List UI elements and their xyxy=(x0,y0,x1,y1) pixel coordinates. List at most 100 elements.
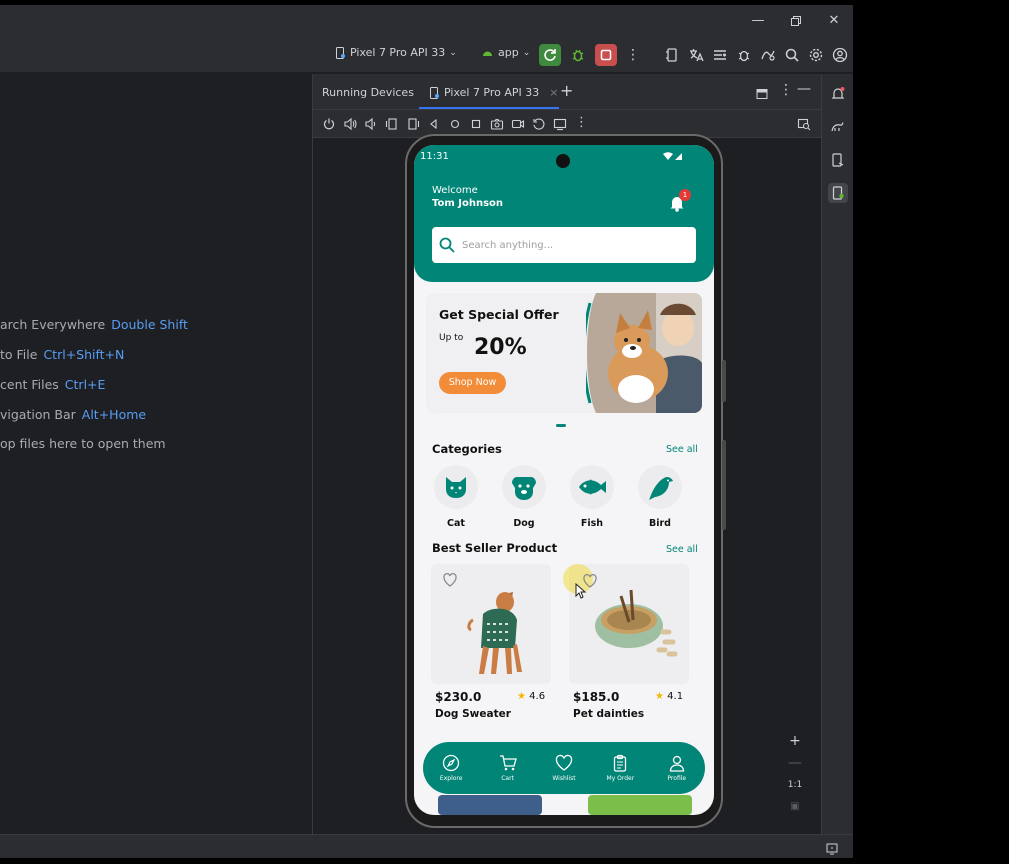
device-screen[interactable]: 11:31 Welcome Tom Johnson 1 Get Special … xyxy=(414,145,714,815)
panel-options-icon[interactable]: ⋮ xyxy=(779,82,793,98)
nav-my-order[interactable]: My Order xyxy=(595,754,645,782)
hint-label: cent Files xyxy=(0,377,59,392)
best-seller-see-all-link[interactable]: See all xyxy=(666,544,698,555)
gear-icon[interactable] xyxy=(805,44,827,66)
tab-device[interactable]: Pixel 7 Pro API 33 × xyxy=(429,86,559,99)
zoom-reset-button[interactable]: 1:1 xyxy=(784,774,806,796)
category-label: Fish xyxy=(580,518,604,529)
category-dog[interactable]: Dog xyxy=(499,465,549,529)
categories-see-all-link[interactable]: See all xyxy=(666,444,698,455)
hint-label: arch Everywhere xyxy=(0,317,106,332)
more-actions-icon[interactable]: ⋮ xyxy=(622,44,644,66)
nav-label: Profile xyxy=(667,775,687,782)
rotate-left-icon[interactable] xyxy=(385,117,399,131)
carousel-indicator[interactable] xyxy=(556,424,566,427)
device-selector[interactable]: Pixel 7 Pro API 33 ⌄ xyxy=(335,46,457,59)
debug-button[interactable] xyxy=(567,44,589,66)
front-camera xyxy=(556,154,570,168)
status-icons xyxy=(662,151,684,164)
zoom-in-icon[interactable]: + xyxy=(784,730,806,752)
close-icon[interactable]: ✕ xyxy=(826,13,842,29)
shop-now-button[interactable]: Shop Now xyxy=(439,372,506,394)
best-seller-title: Best Seller Product xyxy=(432,541,558,555)
status-time: 11:31 xyxy=(420,151,449,162)
zoom-fit-icon[interactable]: ▣ xyxy=(784,796,806,818)
refresh-icon xyxy=(544,49,556,61)
compass-icon xyxy=(443,754,460,772)
account-icon[interactable] xyxy=(829,44,851,66)
hint-shortcut: Double Shift xyxy=(111,317,188,332)
app-inspection-icon[interactable] xyxy=(733,44,755,66)
power-icon[interactable] xyxy=(322,117,336,131)
next-products-peek xyxy=(438,795,692,815)
user-name: Tom Johnson xyxy=(432,198,504,209)
star-icon: ★ xyxy=(655,691,664,702)
notification-badge: 1 xyxy=(679,189,691,201)
phone-power-button xyxy=(722,360,726,402)
nav-explore[interactable]: Explore xyxy=(426,754,476,782)
hint-search-everywhere: arch Everywhere Double Shift xyxy=(0,317,188,332)
category-bird[interactable]: Bird xyxy=(635,465,685,529)
running-devices-toggle-icon[interactable] xyxy=(828,183,848,203)
record-icon[interactable] xyxy=(511,117,525,131)
product-price: $185.0 xyxy=(573,690,620,704)
profiler-icon[interactable] xyxy=(757,44,779,66)
restore-icon[interactable] xyxy=(788,13,804,29)
stop-button[interactable] xyxy=(595,44,617,66)
translate-icon[interactable] xyxy=(685,44,707,66)
categories-title: Categories xyxy=(432,442,502,456)
zoom-out-icon[interactable]: — xyxy=(784,752,806,774)
welcome-label: Welcome xyxy=(432,185,478,196)
rating-value: 4.1 xyxy=(667,691,684,702)
phone-icon xyxy=(430,86,439,99)
hint-drop-files: op files here to open them xyxy=(0,436,166,451)
chevron-down-icon: ⌄ xyxy=(522,47,531,58)
volume-down-icon[interactable] xyxy=(364,117,378,131)
extended-controls-icon[interactable] xyxy=(553,117,567,131)
product-card-pet-dainties[interactable]: $185.0 ★ 4.1 Pet dainties xyxy=(563,564,691,720)
rotate-right-icon[interactable] xyxy=(406,117,420,131)
nav-cart[interactable]: Cart xyxy=(483,754,533,782)
android-icon xyxy=(483,51,492,56)
clipboard-icon xyxy=(614,754,627,772)
nav-profile[interactable]: Profile xyxy=(652,754,702,782)
product-card-dog-sweater[interactable]: $230.0 ★ 4.6 Dog Sweater xyxy=(431,564,553,720)
editor-empty-state: arch Everywhere Double Shift to File Ctrl+… xyxy=(0,74,312,834)
category-label: Bird xyxy=(649,518,671,529)
nav-wishlist[interactable]: Wishlist xyxy=(539,754,589,782)
run-config-selector[interactable]: app ⌄ xyxy=(481,46,530,59)
offer-banner[interactable]: Get Special Offer Up to 20% Shop Now xyxy=(426,293,702,413)
apply-changes-button[interactable] xyxy=(539,44,561,66)
close-tab-icon[interactable]: × xyxy=(549,86,558,99)
camera-icon[interactable] xyxy=(490,117,504,131)
add-device-icon[interactable]: + xyxy=(560,81,573,100)
stop-icon xyxy=(600,49,612,61)
overview-icon[interactable] xyxy=(469,117,483,131)
home-icon[interactable] xyxy=(448,117,462,131)
status-bar-widget-icon[interactable] xyxy=(826,840,838,858)
hide-panel-icon[interactable]: — xyxy=(797,81,811,97)
back-icon[interactable] xyxy=(427,117,441,131)
notifications-icon[interactable] xyxy=(828,84,848,104)
zoom-controls: + — 1:1 ▣ xyxy=(784,730,806,820)
search-input[interactable] xyxy=(462,239,682,251)
right-tool-bar xyxy=(821,74,853,834)
user-icon xyxy=(669,755,684,772)
snapshot-icon[interactable] xyxy=(532,117,546,131)
nav-label: Cart xyxy=(501,775,514,782)
more-controls-icon[interactable]: ⋮ xyxy=(575,115,589,130)
device-file-explorer-icon[interactable] xyxy=(828,150,848,170)
product-rating: ★ 4.6 xyxy=(517,691,545,702)
device-manager-icon[interactable] xyxy=(661,44,683,66)
volume-up-icon[interactable] xyxy=(343,117,357,131)
minimize-icon[interactable]: — xyxy=(750,13,766,29)
window-layout-icon[interactable] xyxy=(756,85,768,104)
gradle-icon[interactable] xyxy=(828,117,848,137)
category-cat[interactable]: Cat xyxy=(431,465,481,529)
bug-icon xyxy=(572,49,584,62)
layout-inspector-icon[interactable] xyxy=(709,44,731,66)
heart-icon[interactable] xyxy=(442,572,458,588)
category-fish[interactable]: Fish xyxy=(567,465,617,529)
zoom-search-icon[interactable] xyxy=(797,117,811,131)
search-icon[interactable] xyxy=(781,44,803,66)
